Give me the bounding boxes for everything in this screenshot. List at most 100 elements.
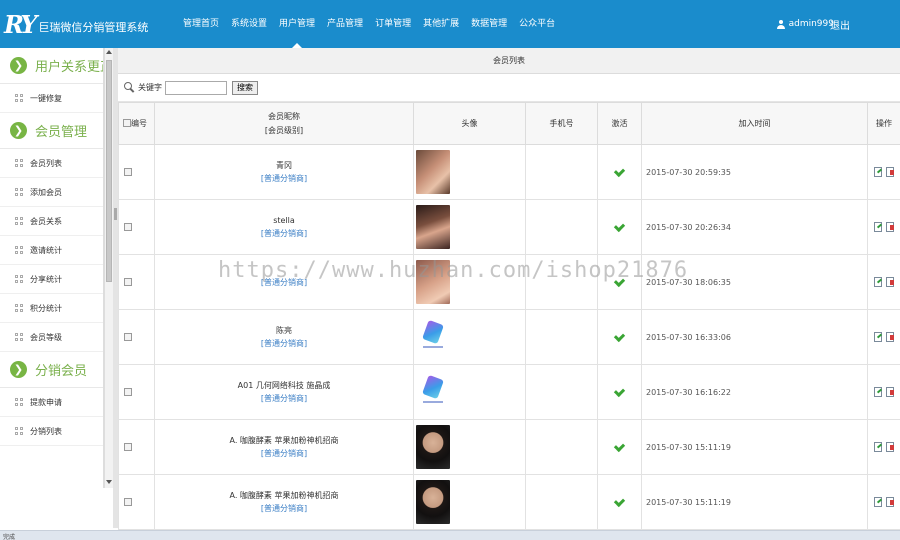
status-text: 完成 [3,534,16,540]
avatar [416,370,450,414]
grid-icon [15,398,23,406]
delete-icon[interactable] [886,222,894,232]
edit-icon[interactable] [874,222,882,232]
scroll-down-icon[interactable] [106,480,112,484]
grid-icon [15,94,23,102]
member-nick: A01 几何网络科技 施晶成 [237,381,331,390]
scroll-thumb[interactable] [106,60,112,282]
nav-item-2[interactable]: 用户管理 [274,0,320,48]
sidebar-item[interactable]: 添加会员 [0,178,103,207]
sidebar-item[interactable]: 会员等级 [0,323,103,352]
avatar-cell [413,309,526,365]
avatar-cell [413,144,526,200]
member-level-link[interactable]: [普通分销商] [155,337,413,350]
col-phone-header: 手机号 [525,102,598,145]
edit-icon[interactable] [874,442,882,452]
actions-cell [867,254,900,310]
logo: RY 巨瑞微信分销管理系统 [4,10,148,39]
delete-icon[interactable] [886,442,894,452]
row-checkbox[interactable] [124,223,132,231]
user-info[interactable]: admin999 [776,19,834,29]
actions-cell [867,199,900,255]
nav-item-1[interactable]: 系统设置 [226,0,272,48]
member-level-link[interactable]: [普通分销商] [155,172,413,185]
actions-cell [867,419,900,475]
sidebar-item-label: 邀请统计 [30,245,62,255]
delete-icon[interactable] [886,497,894,507]
sidebar-scrollbar[interactable] [104,48,113,488]
scroll-up-icon[interactable] [106,50,112,54]
edit-icon[interactable] [874,277,882,287]
row-checkbox[interactable] [124,443,132,451]
search-button[interactable]: 搜索 [232,80,258,95]
nav-item-3[interactable]: 产品管理 [322,0,368,48]
sidebar-item-label: 提款申请 [30,397,62,407]
sidebar-item[interactable]: 会员关系 [0,207,103,236]
table-row: [普通分销商] 2015-07-30 18:06:35 [118,254,900,310]
member-level-link[interactable]: [普通分销商] [155,447,413,460]
grid-icon [15,159,23,167]
sidebar-item-label: 一键修复 [30,93,62,103]
sidebar-item[interactable]: 会员列表 [0,149,103,178]
member-level-link[interactable]: [普通分销商] [155,392,413,405]
col-activated-header: 激活 [597,102,642,145]
nick-cell: A. 咖腹酵素 苹果加粉神机招商 [普通分销商] [154,474,414,530]
sidebar-section-2[interactable]: ❯ 分销会员 [0,352,103,388]
activated-cell [597,419,642,475]
row-checkbox-cell [118,309,155,365]
nav-item-4[interactable]: 订单管理 [370,0,416,48]
delete-icon[interactable] [886,277,894,287]
sidebar-section-1[interactable]: ❯ 会员管理 [0,113,103,149]
check-icon [613,440,626,452]
member-level-link[interactable]: [普通分销商] [155,276,413,289]
activated-cell [597,364,642,420]
sidebar-item[interactable]: 邀请统计 [0,236,103,265]
check-icon [613,275,626,287]
row-checkbox[interactable] [124,388,132,396]
activated-cell [597,254,642,310]
delete-icon[interactable] [886,387,894,397]
nick-cell: 青冈 [普通分销商] [154,144,414,200]
phone-cell [525,309,598,365]
nav-item-0[interactable]: 管理首页 [178,0,224,48]
member-nick: A. 咖腹酵素 苹果加粉神机招商 [229,436,339,445]
joined-time: 2015-07-30 18:06:35 [641,254,868,310]
edit-icon[interactable] [874,332,882,342]
nav-item-6[interactable]: 数据管理 [466,0,512,48]
sidebar-item[interactable]: 提款申请 [0,388,103,417]
sidebar-item[interactable]: 积分统计 [0,294,103,323]
row-checkbox[interactable] [124,168,132,176]
arrow-circle-icon: ❯ [10,122,27,139]
sidebar-item-label: 会员等级 [30,332,62,342]
nav-item-7[interactable]: 公众平台 [514,0,560,48]
sidebar-item[interactable]: 分销列表 [0,417,103,446]
phone-cell [525,199,598,255]
member-level-link[interactable]: [普通分销商] [155,227,413,240]
grid-icon [15,275,23,283]
joined-time: 2015-07-30 15:11:19 [641,474,868,530]
sidebar-item[interactable]: 分享统计 [0,265,103,294]
edit-icon[interactable] [874,497,882,507]
logout-link[interactable]: 退出 [830,17,850,32]
row-checkbox[interactable] [124,333,132,341]
sidebar-section-0[interactable]: ❯ 用户关系更正 [0,48,103,84]
delete-icon[interactable] [886,167,894,177]
row-checkbox[interactable] [124,278,132,286]
nav-item-5[interactable]: 其他扩展 [418,0,464,48]
search-input[interactable] [165,80,227,95]
member-nick: A. 咖腹酵素 苹果加粉神机招商 [229,491,339,500]
member-level-link[interactable]: [普通分销商] [155,502,413,515]
edit-icon[interactable] [874,167,882,177]
edit-icon[interactable] [874,387,882,397]
nick-cell: [普通分销商] [154,254,414,310]
row-checkbox[interactable] [124,498,132,506]
delete-icon[interactable] [886,332,894,342]
table-row: A. 咖腹酵素 苹果加粉神机招商 [普通分销商] 2015-07-30 15:11:… [118,474,900,530]
splitter-handle[interactable] [114,208,117,220]
avatar-cell [413,474,526,530]
select-all-checkbox[interactable] [123,119,131,127]
actions-cell [867,309,900,365]
check-icon [613,495,626,507]
sidebar-item[interactable]: 一键修复 [0,84,103,113]
avatar-cell [413,254,526,310]
